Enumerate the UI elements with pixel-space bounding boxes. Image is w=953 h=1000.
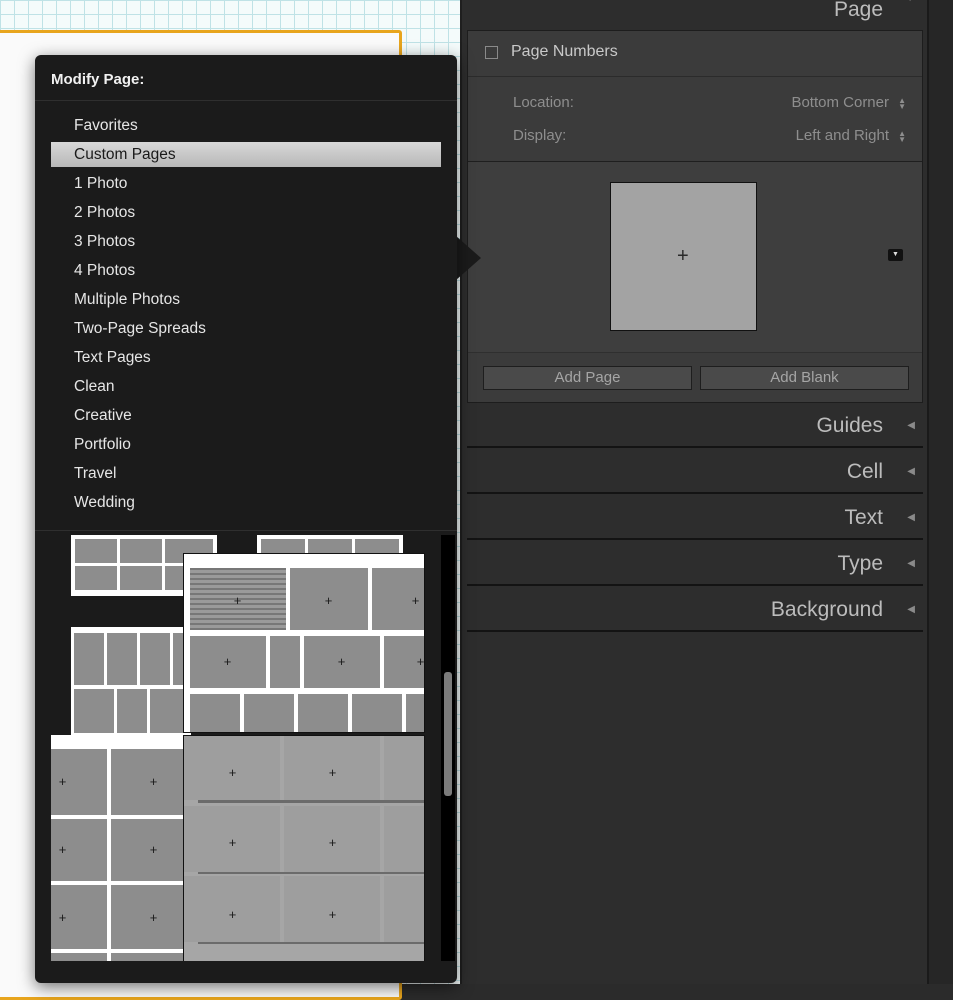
plus-icon: +: [149, 842, 158, 857]
right-panel: Page ▼ Page Numbers Location: Bottom Cor…: [460, 0, 953, 984]
panel-scroll-edge: [927, 0, 953, 984]
plus-icon: +: [233, 593, 242, 608]
triangle-left-icon: ◀: [907, 420, 915, 431]
menu-item-text-pages[interactable]: Text Pages: [51, 345, 441, 374]
plus-icon: +: [58, 842, 67, 857]
divider: [35, 100, 457, 101]
thumbnails-scrollbar[interactable]: [441, 535, 455, 961]
plus-icon: +: [149, 910, 158, 925]
menu-item-portfolio[interactable]: Portfolio: [51, 432, 441, 461]
menu-item-2-photos[interactable]: 2 Photos: [51, 200, 441, 229]
layout-thumbnails: + + + + + + + + + + + + + + + + + +: [51, 535, 441, 961]
menu-item-favorites[interactable]: Favorites: [51, 113, 441, 142]
plus-icon: +: [416, 654, 425, 669]
plus-icon: +: [149, 774, 158, 789]
plus-icon: +: [58, 774, 67, 789]
location-select[interactable]: Bottom Corner: [791, 94, 889, 111]
plus-icon: +: [223, 654, 232, 669]
page-numbers-label: Page Numbers: [511, 43, 618, 60]
menu-item-multiple-photos[interactable]: Multiple Photos: [51, 287, 441, 316]
type-section-title: Type: [837, 552, 883, 575]
plus-icon: +: [337, 654, 346, 669]
layout-dropdown-button[interactable]: ▼: [888, 249, 903, 261]
add-page-button[interactable]: Add Page: [483, 366, 692, 390]
display-select[interactable]: Left and Right: [796, 127, 889, 144]
layout-thumbnail-hover[interactable]: + + + + + +: [183, 553, 425, 733]
triangle-left-icon: ◀: [907, 512, 915, 523]
menu-item-wedding[interactable]: Wedding: [51, 490, 441, 519]
scrollbar-thumb[interactable]: [444, 672, 452, 796]
text-section-header[interactable]: Text ◀: [467, 496, 923, 540]
location-label: Location:: [513, 94, 574, 111]
plus-icon: +: [228, 907, 237, 922]
menu-item-two-page-spreads[interactable]: Two-Page Spreads: [51, 316, 441, 345]
triangle-left-icon: ◀: [907, 558, 915, 569]
popup-pointer: [456, 236, 481, 280]
plus-icon: +: [228, 765, 237, 780]
plus-icon: +: [411, 593, 420, 608]
layout-thumbnail[interactable]: [257, 535, 403, 555]
menu-item-creative[interactable]: Creative: [51, 403, 441, 432]
location-spinner-icon[interactable]: ▲ ▼: [898, 97, 906, 111]
menu-item-3-photos[interactable]: 3 Photos: [51, 229, 441, 258]
page-section-title: Page: [833, 0, 883, 21]
cell-section-header[interactable]: Cell ◀: [467, 450, 923, 494]
plus-icon: +: [324, 593, 333, 608]
background-section-header[interactable]: Background ◀: [467, 588, 923, 632]
triangle-down-icon: ▼: [905, 0, 915, 10]
add-blank-button[interactable]: Add Blank: [700, 366, 909, 390]
page-section: Page Numbers Location: Bottom Corner ▲ ▼ …: [467, 30, 923, 403]
display-spinner-icon[interactable]: ▲ ▼: [898, 130, 906, 144]
text-section-title: Text: [844, 506, 883, 529]
cell-section-title: Cell: [846, 460, 883, 483]
popup-title: Modify Page:: [51, 71, 145, 88]
menu-item-1-photo[interactable]: 1 Photo: [51, 171, 441, 200]
layout-thumbnail[interactable]: + + + + + +: [51, 735, 187, 961]
display-label: Display:: [513, 127, 567, 144]
menu-item-custom-pages[interactable]: Custom Pages: [51, 142, 441, 167]
layout-thumbnail[interactable]: [71, 627, 191, 737]
guides-section-title: Guides: [816, 414, 883, 437]
page-layout-preview[interactable]: +: [610, 182, 757, 331]
page-section-header[interactable]: Page ▼: [467, 0, 923, 32]
menu-item-4-photos[interactable]: 4 Photos: [51, 258, 441, 287]
page-numbers-checkbox[interactable]: [485, 46, 498, 59]
page-numbers-row: Page Numbers: [468, 31, 922, 77]
guides-section-header[interactable]: Guides ◀: [467, 404, 923, 448]
plus-icon: +: [328, 835, 337, 850]
triangle-left-icon: ◀: [907, 604, 915, 615]
plus-icon: +: [328, 907, 337, 922]
plus-icon: +: [328, 765, 337, 780]
page-preview-area: + ▼: [468, 162, 922, 353]
modify-page-popup: Modify Page: Favorites Custom Pages 1 Ph…: [35, 55, 457, 983]
type-section-header[interactable]: Type ◀: [467, 542, 923, 586]
layout-thumbnail[interactable]: + + + + + +: [183, 735, 425, 961]
layout-category-menu: Favorites Custom Pages 1 Photo 2 Photos …: [51, 113, 441, 519]
plus-icon: +: [677, 245, 689, 267]
plus-icon: +: [228, 835, 237, 850]
menu-item-travel[interactable]: Travel: [51, 461, 441, 490]
divider: [35, 530, 457, 531]
plus-icon: +: [58, 910, 67, 925]
menu-item-clean[interactable]: Clean: [51, 374, 441, 403]
background-section-title: Background: [770, 598, 883, 621]
triangle-left-icon: ◀: [907, 466, 915, 477]
